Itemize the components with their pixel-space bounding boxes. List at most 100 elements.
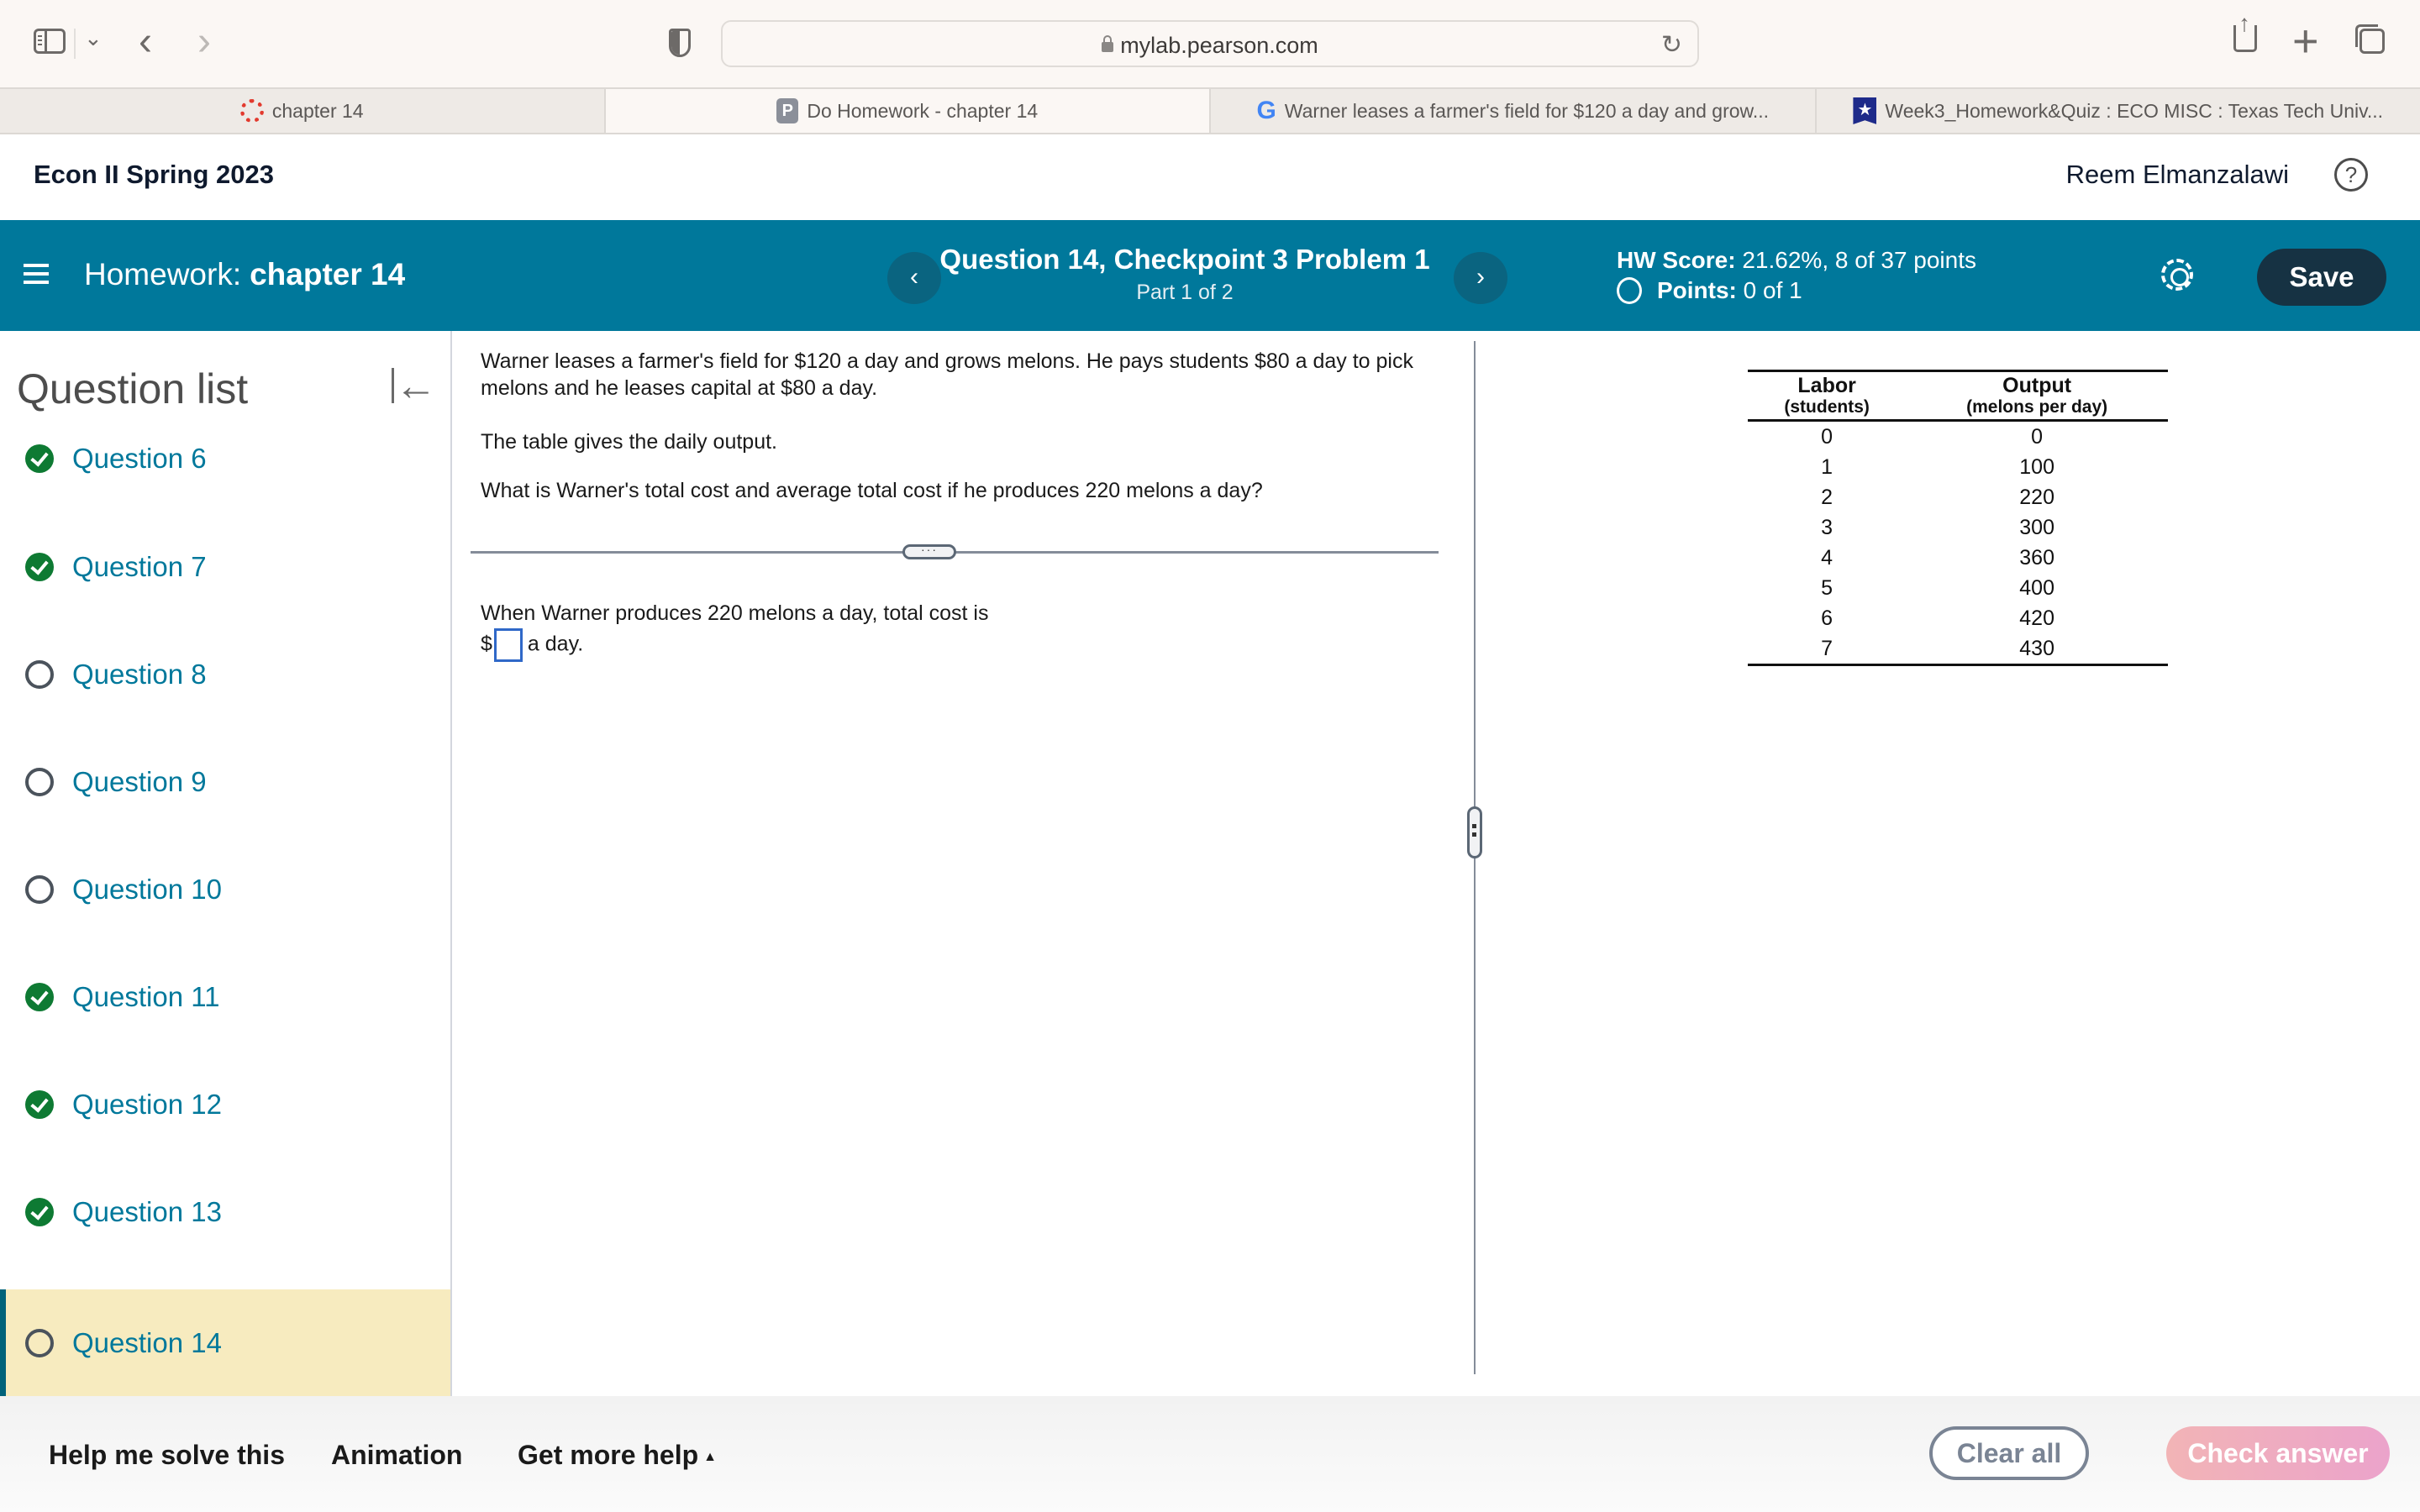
output-cell: 400: [2019, 576, 2054, 600]
completed-check-icon: [25, 983, 54, 1011]
incomplete-circle-icon: [25, 1328, 54, 1357]
question-list-item[interactable]: Question 11: [0, 943, 450, 1051]
output-cell: 100: [2019, 455, 2054, 479]
question-list-item[interactable]: Question 13: [0, 1158, 450, 1266]
question-list-label: Question 12: [72, 1089, 222, 1120]
incomplete-circle-icon: [25, 660, 54, 689]
back-arrow-icon[interactable]: ‹: [139, 18, 152, 65]
labor-cell: 0: [1821, 425, 1833, 449]
points-status-icon: [1617, 277, 1642, 304]
question-list-label: Question 14: [72, 1326, 222, 1358]
output-cell: 220: [2019, 486, 2054, 509]
lock-icon: [1102, 35, 1114, 52]
incomplete-circle-icon: [25, 875, 54, 904]
points-label: Points:: [1657, 277, 1737, 303]
google-g-icon: G: [1256, 97, 1276, 124]
tab-label: chapter 14: [271, 99, 364, 122]
table-row: 5 400: [1748, 573, 2168, 603]
tab-label: Warner leases a farmer's field for $120 …: [1284, 99, 1770, 122]
address-bar[interactable]: mylab.pearson.com ↻: [721, 20, 1699, 67]
column-header-output: Output (melons per day): [1966, 374, 2108, 417]
divider-handle[interactable]: ···: [902, 543, 956, 559]
tab-overview-icon[interactable]: [2355, 24, 2385, 54]
output-cell: 300: [2019, 516, 2054, 539]
tab-label: Week3_Homework&Quiz : ECO MISC : Texas T…: [1885, 99, 2384, 122]
answer-line: $ a day.: [481, 628, 1422, 662]
user-name[interactable]: Reem Elmanzalawi: [2066, 160, 2289, 190]
labor-cell: 5: [1821, 576, 1833, 600]
completed-check-icon: [25, 553, 54, 581]
labor-cell: 7: [1821, 637, 1833, 660]
next-question-button[interactable]: ›: [1454, 252, 1507, 304]
table-row: 2 220: [1748, 482, 2168, 512]
tab-strip: chapter 14 P Do Homework - chapter 14 G …: [0, 87, 2420, 134]
chevron-down-icon[interactable]: ⌄: [84, 25, 103, 51]
table-intro: The table gives the daily output.: [481, 430, 778, 454]
forward-arrow-icon[interactable]: ›: [197, 18, 211, 65]
tab-label: Do Homework - chapter 14: [807, 99, 1039, 122]
help-icon[interactable]: ?: [2334, 158, 2368, 192]
labor-cell: 4: [1821, 546, 1833, 570]
points-value: 0 of 1: [1743, 277, 1802, 303]
table-row: 7 430: [1748, 633, 2168, 665]
question-list-item[interactable]: Question 12: [0, 1051, 450, 1158]
course-header: Econ II Spring 2023 Reem Elmanzalawi ?: [0, 134, 2420, 220]
question-list-label: Question 6: [72, 443, 207, 474]
incomplete-circle-icon: [25, 768, 54, 796]
browser-tab[interactable]: G Warner leases a farmer's field for $12…: [1211, 89, 1817, 133]
help-me-solve-button[interactable]: Help me solve this: [49, 1440, 285, 1471]
collapse-sidebar-icon[interactable]: ←: [392, 361, 437, 410]
question-list-item[interactable]: Question 7: [0, 513, 450, 621]
table-row: 1 100: [1748, 452, 2168, 482]
answer-suffix: a day.: [527, 632, 584, 656]
assignment-label: Homework:: [84, 257, 242, 291]
table-row: 00: [1748, 421, 2168, 453]
problem-statement: Warner leases a farmer's field for $120 …: [481, 349, 1413, 400]
course-title[interactable]: Econ II Spring 2023: [34, 160, 274, 190]
labor-cell: 1: [1821, 455, 1833, 479]
browser-toolbar: ⌄ ‹ › mylab.pearson.com ↻ +: [0, 0, 2420, 87]
question-list-label: Question 9: [72, 766, 207, 797]
question-list-item-current[interactable]: Question 14: [0, 1289, 450, 1396]
caret-up-icon: ▲: [703, 1450, 717, 1464]
new-tab-icon[interactable]: +: [2292, 15, 2319, 67]
question-list-item[interactable]: Question 8: [0, 621, 450, 728]
settings-gear-icon[interactable]: [2161, 259, 2193, 291]
reload-icon[interactable]: ↻: [1661, 30, 1682, 60]
table-row: 3 300: [1748, 512, 2168, 543]
hw-score: HW Score: 21.62%, 8 of 37 points: [1617, 247, 1976, 274]
labor-cell: 6: [1821, 606, 1833, 630]
browser-tab-active[interactable]: P Do Homework - chapter 14: [605, 89, 1211, 133]
assignment-title: Homework: chapter 14: [84, 257, 405, 292]
browser-tab[interactable]: chapter 14: [0, 89, 606, 133]
save-button[interactable]: Save: [2257, 249, 2386, 306]
browser-tab[interactable]: ★ Week3_Homework&Quiz : ECO MISC : Texas…: [1817, 89, 2420, 133]
total-cost-input[interactable]: [493, 628, 523, 662]
animation-button[interactable]: Animation: [331, 1440, 462, 1471]
question-prompt: What is Warner's total cost and average …: [481, 479, 1263, 502]
question-list-item[interactable]: Question 10: [0, 836, 450, 943]
ttu-star-icon: ★: [1853, 97, 1877, 124]
privacy-shield-icon[interactable]: [669, 29, 691, 57]
column-header-labor: Labor (students): [1784, 374, 1870, 417]
question-content: Warner leases a farmer's field for $120 …: [454, 331, 2420, 1396]
output-cell: 420: [2019, 606, 2054, 630]
question-part: Part 1 of 2: [1136, 281, 1234, 304]
question-list-label: Question 7: [72, 551, 207, 582]
labor-cell: 3: [1821, 516, 1833, 539]
currency-prefix: $: [481, 632, 492, 656]
completed-check-icon: [25, 444, 54, 473]
sidebar-toggle-icon[interactable]: [34, 29, 66, 54]
check-answer-button[interactable]: Check answer: [2166, 1426, 2390, 1480]
labor-cell: 2: [1821, 486, 1833, 509]
clear-all-button[interactable]: Clear all: [1929, 1426, 2089, 1480]
pane-splitter-handle[interactable]: [1467, 806, 1482, 858]
question-list-item[interactable]: Question 9: [0, 728, 450, 836]
completed-check-icon: [25, 1090, 54, 1119]
menu-icon[interactable]: [24, 264, 49, 284]
pearson-p-icon: P: [776, 98, 799, 123]
share-icon[interactable]: [2233, 10, 2257, 52]
question-list-item[interactable]: Question 6: [0, 405, 450, 512]
get-more-help-button[interactable]: Get more help ▲: [518, 1440, 717, 1471]
toolbar-divider: [74, 29, 76, 59]
